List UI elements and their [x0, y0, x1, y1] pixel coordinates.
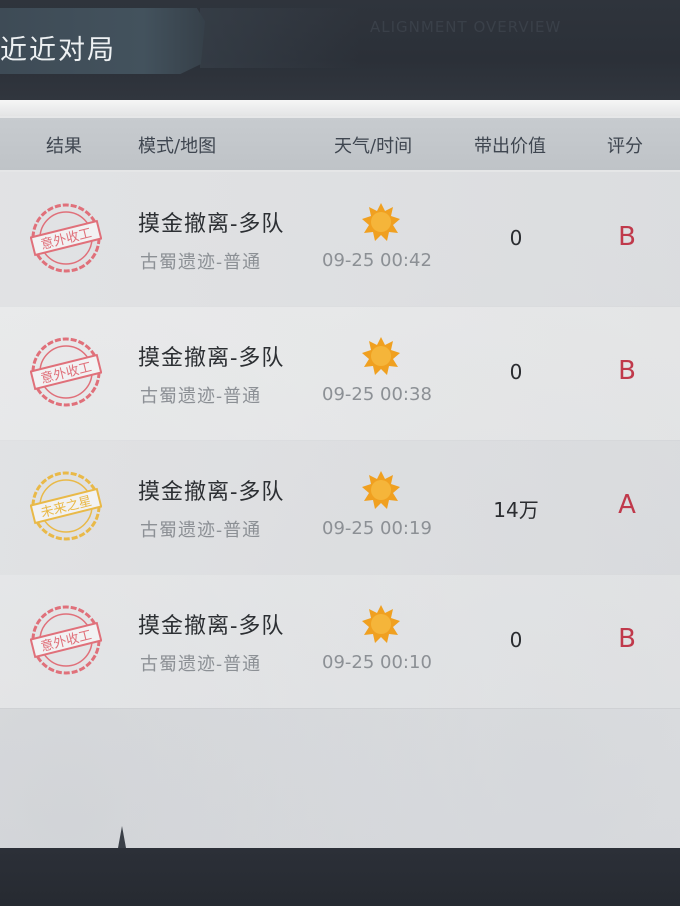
match-value: 0: [509, 628, 523, 652]
match-time: 09-25 00:10: [322, 652, 432, 673]
table-header: 结果 模式/地图 天气/时间 带出价值 评分: [0, 118, 680, 170]
match-map: 古蜀遗迹-普通: [140, 386, 262, 407]
header-value: 带出价值: [474, 136, 546, 157]
sun-icon: [360, 604, 402, 646]
match-mode: 摸金撤离-多队: [138, 212, 285, 237]
title-tab: 近近对局: [0, 8, 205, 74]
top-bar: 近近对局 ALIGNMENT OVERVIEW: [0, 0, 680, 100]
bottom-bar: [0, 848, 680, 906]
match-mode: 摸金撤离-多队: [138, 480, 285, 505]
match-grade: B: [618, 356, 636, 386]
match-row[interactable]: 未来之星 摸金撤离-多队古蜀遗迹-普通 09-25 00:19 14万 A: [0, 440, 680, 575]
faded-tab: [200, 8, 360, 68]
match-value: 0: [509, 360, 523, 384]
match-grade: B: [618, 624, 636, 654]
page-title: 近近对局: [0, 35, 116, 66]
panel-shine: [0, 100, 680, 116]
match-time: 09-25 00:38: [322, 384, 432, 405]
match-grade: B: [618, 222, 636, 252]
match-map: 古蜀遗迹-普通: [140, 654, 262, 675]
match-value: 14万: [493, 498, 539, 522]
match-mode: 摸金撤离-多队: [138, 614, 285, 639]
match-value: 0: [509, 226, 523, 250]
result-stamp-icon: 意外收工: [29, 336, 103, 408]
faded-header-text: ALIGNMENT OVERVIEW: [370, 18, 562, 36]
header-weather-time: 天气/时间: [334, 136, 413, 157]
header-result: 结果: [46, 136, 82, 157]
match-mode: 摸金撤离-多队: [138, 346, 285, 371]
match-row[interactable]: 意外收工 摸金撤离-多队古蜀遗迹-普通 09-25 00:10 0 B: [0, 574, 680, 709]
match-time: 09-25 00:42: [322, 250, 432, 271]
match-row[interactable]: 意外收工 摸金撤离-多队古蜀遗迹-普通 09-25 00:38 0 B: [0, 306, 680, 441]
match-time: 09-25 00:19: [322, 518, 432, 539]
result-stamp-icon: 意外收工: [29, 604, 103, 676]
match-grade: A: [618, 490, 636, 520]
match-map: 古蜀遗迹-普通: [140, 520, 262, 541]
result-stamp-icon: 意外收工: [29, 202, 103, 274]
result-stamp-icon: 未来之星: [29, 470, 103, 542]
header-mode-map: 模式/地图: [138, 136, 217, 157]
header-grade: 评分: [607, 136, 643, 157]
match-map: 古蜀遗迹-普通: [140, 252, 262, 273]
sun-icon: [360, 336, 402, 378]
match-row[interactable]: 意外收工 摸金撤离-多队古蜀遗迹-普通 09-25 00:42 0 B: [0, 172, 680, 307]
sun-icon: [360, 470, 402, 512]
sun-icon: [360, 202, 402, 244]
